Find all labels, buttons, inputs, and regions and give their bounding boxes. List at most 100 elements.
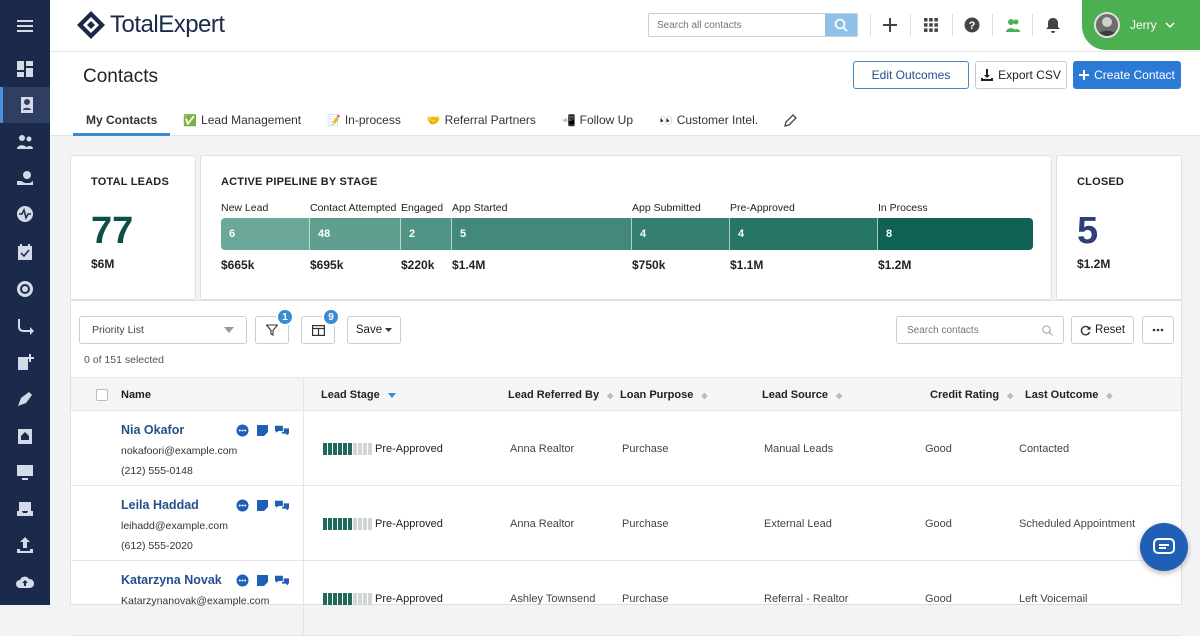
campaign-icon[interactable] <box>0 381 50 417</box>
pipeline-segment[interactable]: 4 <box>632 218 730 250</box>
apps-add-icon[interactable] <box>0 344 50 380</box>
calendar-check-icon[interactable] <box>0 234 50 270</box>
brand-name: TotalExpert <box>110 11 225 38</box>
pipeline-segment[interactable]: 2 <box>401 218 452 250</box>
upload-icon[interactable] <box>0 527 50 563</box>
inbox-icon[interactable] <box>0 491 50 527</box>
column-header-lead-referred-by[interactable]: Lead Referred By ◆ <box>508 389 613 401</box>
help-icon[interactable]: ? <box>961 14 983 36</box>
create-contact-button[interactable]: Create Contact <box>1073 61 1181 89</box>
tab-lead-management[interactable]: ✅ Lead Management <box>170 104 314 136</box>
lead-referred-by: Anna Realtor <box>510 518 575 530</box>
columns-count-badge: 9 <box>322 308 340 326</box>
column-header-loan-purpose[interactable]: Loan Purpose ◆ <box>620 389 708 401</box>
logo-icon <box>77 11 105 39</box>
tab-label: In-process <box>344 113 401 127</box>
more-options-button[interactable] <box>1142 316 1174 344</box>
messages-icon[interactable] <box>275 498 289 512</box>
progress-segment <box>358 593 362 605</box>
column-header-credit-rating[interactable]: Credit Rating ◆ <box>930 389 1013 401</box>
stage-amount: $1.4M <box>452 258 486 272</box>
column-header-last-outcome[interactable]: Last Outcome ◆ <box>1025 389 1113 401</box>
pipeline-segment[interactable]: 5 <box>452 218 632 250</box>
credit-rating: Good <box>925 593 952 605</box>
apps-grid-icon[interactable] <box>920 14 942 36</box>
more-circle-icon[interactable] <box>235 498 249 512</box>
stage-name: App Submitted <box>632 202 701 214</box>
edit-outcomes-button[interactable]: Edit Outcomes <box>853 61 969 89</box>
team-icon[interactable] <box>1002 14 1024 36</box>
pipeline-segment[interactable]: 6 <box>221 218 310 250</box>
tab-follow-up[interactable]: 📲 Follow Up <box>549 104 646 136</box>
select-all-checkbox[interactable] <box>96 389 108 401</box>
column-header-lead-stage[interactable]: Lead Stage <box>321 389 396 401</box>
global-search-input[interactable] <box>649 14 825 36</box>
edit-tabs-button[interactable] <box>771 104 811 136</box>
user-menu[interactable]: Jerry <box>1082 0 1200 50</box>
contact-name-link[interactable]: Leila Haddad <box>121 498 199 512</box>
stage-progress-bar <box>323 518 372 530</box>
people-icon[interactable] <box>0 124 50 160</box>
activity-icon[interactable] <box>0 196 50 232</box>
table-row[interactable]: Leila Haddad leihadd@example.com (612) 555… <box>71 486 1181 561</box>
pipeline-segment[interactable]: 48 <box>310 218 401 250</box>
total-leads-card[interactable]: TOTAL LEADS 77 $6M <box>70 155 196 300</box>
brand-logo[interactable]: TotalExpert <box>76 10 225 40</box>
tab-label: Referral Partners <box>444 113 536 127</box>
progress-segment <box>333 593 337 605</box>
tab-my-contacts[interactable]: My Contacts <box>73 104 171 136</box>
tab-customer-intel[interactable]: 👀 Customer Intel. <box>646 104 771 136</box>
chat-button[interactable] <box>1140 523 1188 571</box>
monitor-icon[interactable] <box>0 454 50 490</box>
bell-icon[interactable] <box>1042 14 1064 36</box>
export-csv-button[interactable]: Export CSV <box>975 61 1067 89</box>
note-icon[interactable] <box>255 423 269 437</box>
stage-amount: $1.2M <box>878 258 912 272</box>
column-header-name[interactable]: Name <box>121 389 151 401</box>
contact-email: Katarzynanovak@example.com <box>121 595 270 607</box>
column-header-lead-source[interactable]: Lead Source ◆ <box>762 389 842 401</box>
dashboard-icon[interactable] <box>0 51 50 87</box>
credit-rating: Good <box>925 443 952 455</box>
progress-segment <box>328 593 332 605</box>
list-select[interactable]: Priority List <box>79 316 247 344</box>
chevron-down-icon <box>1165 22 1175 29</box>
routing-icon[interactable] <box>0 308 50 344</box>
note-icon[interactable] <box>255 498 269 512</box>
pipeline-segment[interactable]: 8 <box>878 218 1033 250</box>
add-icon[interactable] <box>879 14 901 36</box>
loan-purpose: Purchase <box>622 593 669 605</box>
tab-in-process[interactable]: 📝 In-process <box>314 104 414 136</box>
cloud-upload-icon[interactable] <box>0 564 50 600</box>
target-icon[interactable] <box>0 271 50 307</box>
tab-referral-partners[interactable]: 🤝 Referral Partners <box>414 104 549 136</box>
total-leads-value: 77 <box>91 210 134 252</box>
contact-name-link[interactable]: Nia Okafor <box>121 423 184 437</box>
global-search-button[interactable] <box>825 14 857 36</box>
table-row[interactable]: Nia Okafor nokafoori@example.com (212) 555… <box>71 411 1181 486</box>
contact-name-link[interactable]: Katarzyna Novak <box>121 573 222 587</box>
search-contacts-field[interactable] <box>896 316 1064 344</box>
menu-icon[interactable] <box>0 8 50 44</box>
loan-icon[interactable] <box>0 160 50 196</box>
messages-icon[interactable] <box>275 423 289 437</box>
more-circle-icon[interactable] <box>235 573 249 587</box>
closed-label: CLOSED <box>1077 176 1125 188</box>
reset-button[interactable]: Reset <box>1071 316 1134 344</box>
column-divider <box>303 561 304 635</box>
pipeline-segment[interactable]: 4 <box>730 218 878 250</box>
sort-icon: ◆ <box>836 390 843 400</box>
eyes-emoji-icon: 👀 <box>659 114 673 127</box>
more-circle-icon[interactable] <box>235 423 249 437</box>
note-icon[interactable] <box>255 573 269 587</box>
save-button[interactable]: Save <box>347 316 401 344</box>
home-icon[interactable] <box>0 418 50 454</box>
search-contacts-input[interactable] <box>907 324 1037 336</box>
closed-card[interactable]: CLOSED 5 $1.2M <box>1056 155 1182 300</box>
contacts-icon[interactable] <box>0 87 50 123</box>
messages-icon[interactable] <box>275 573 289 587</box>
save-label: Save <box>355 324 383 336</box>
table-row[interactable]: Katarzyna Novak Katarzynanovak@example.co… <box>71 561 1181 636</box>
export-csv-label: Export CSV <box>998 68 1061 82</box>
closed-amount: $1.2M <box>1077 257 1111 271</box>
